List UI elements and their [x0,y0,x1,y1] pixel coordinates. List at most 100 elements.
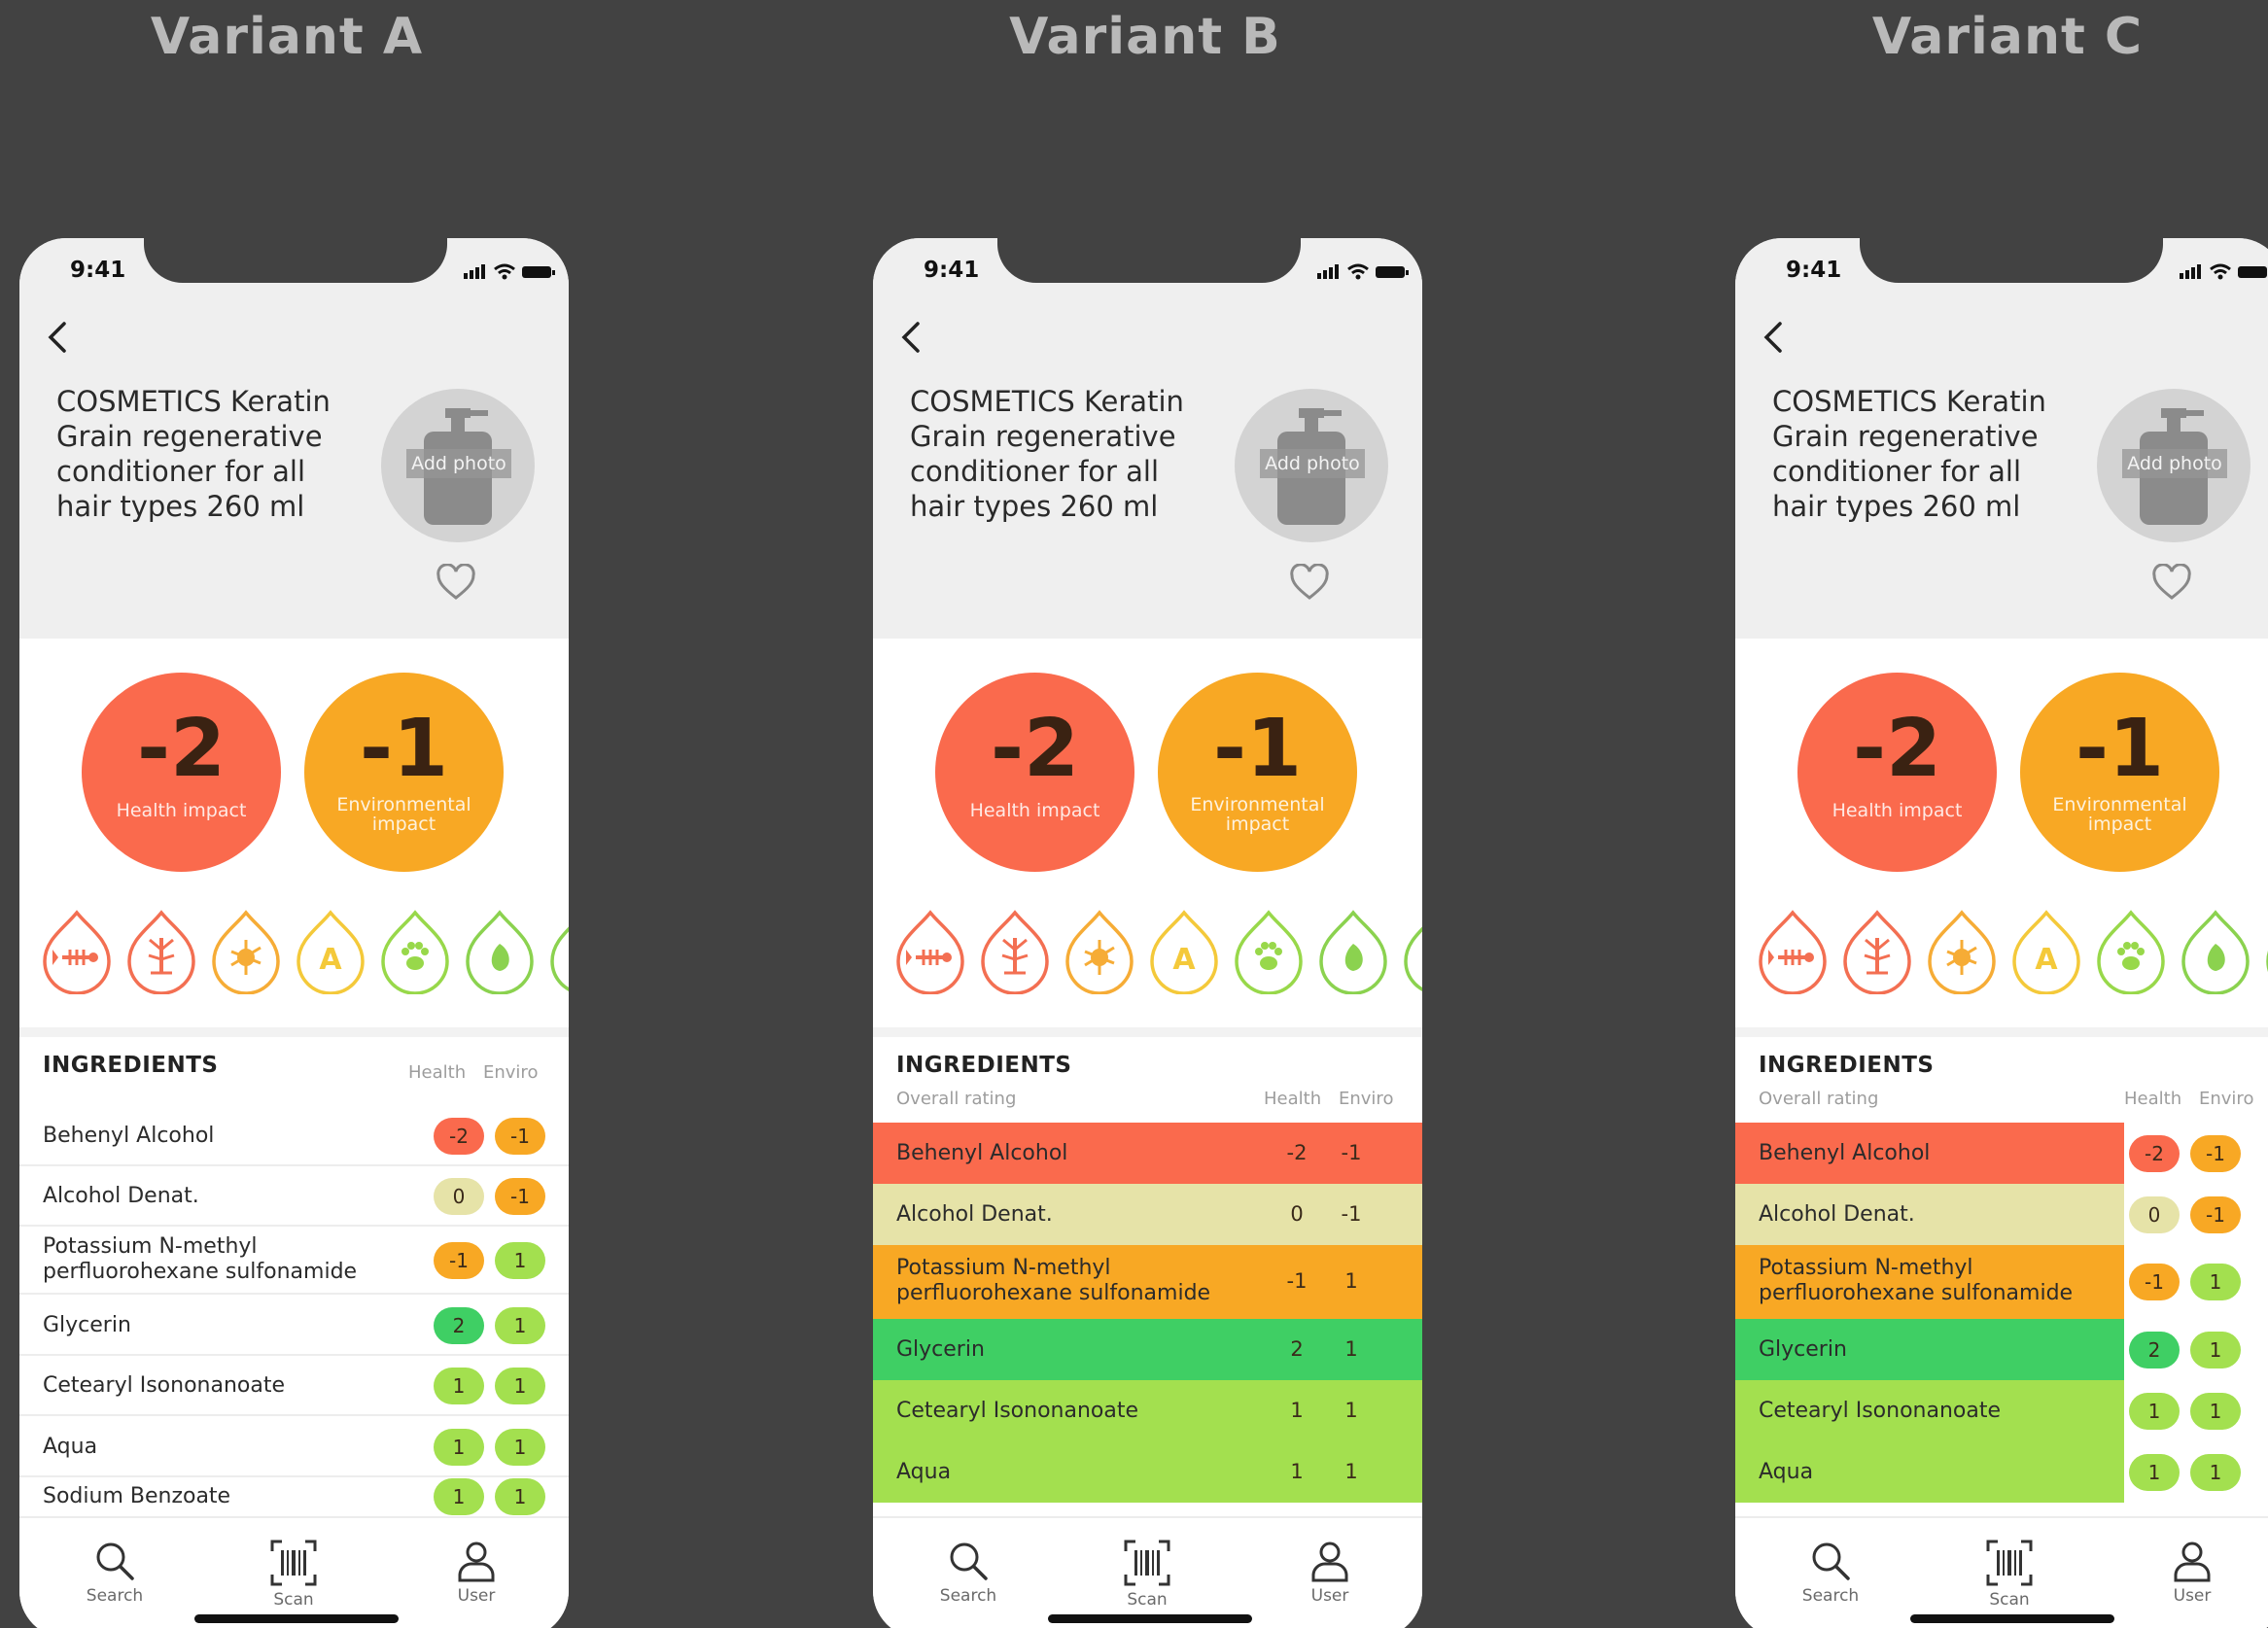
ingredient-row[interactable]: Behenyl Alcohol -2 -1 [19,1105,569,1166]
letter-a-icon[interactable]: A [2010,909,2082,995]
ingredient-row[interactable]: Behenyl Alcohol -2 -1 [873,1123,1422,1184]
health-score-pill: 1 [2129,1453,2180,1491]
ingredient-row[interactable]: Sodium Benzoate 1 1 [19,1477,569,1516]
ingredient-row[interactable]: Aqua 1 1 [1735,1441,2268,1503]
favorite-heart-icon[interactable] [2151,564,2192,601]
enviro-score-pill: 1 [2190,1392,2241,1430]
svg-text:A: A [319,943,342,977]
dead-tree-icon[interactable] [979,909,1051,995]
leaf-icon[interactable] [1317,909,1389,995]
ingredient-row[interactable]: Alcohol Denat. 0 -1 [873,1184,1422,1245]
enviro-value: 1 [1344,1398,1358,1422]
paw-icon[interactable] [379,909,451,995]
tab-scan[interactable]: Scan [1089,1538,1205,1610]
enviro-score-value: -1 [359,703,449,795]
leaf-icon[interactable] [2180,909,2251,995]
enviro-score-label: Environmental impact [2052,794,2187,835]
ingredient-row[interactable]: Cetearyl Isononanoate 1 1 [873,1380,1422,1441]
tab-search[interactable]: Search [910,1538,1027,1606]
add-photo-button[interactable]: Add photo [381,389,535,542]
product-title: COSMETICS Keratin Grain regenerative con… [56,385,331,523]
back-arrow-icon[interactable] [39,318,78,357]
enviro-value: 1 [1344,1459,1358,1483]
ingredient-row[interactable]: Cetearyl Isononanoate 1 1 [1735,1380,2268,1441]
fish-skeleton-icon[interactable] [1757,909,1829,995]
enviro-value: 1 [1344,1336,1358,1361]
tab-user[interactable]: User [1272,1538,1388,1606]
enviro-score-pill: -1 [2190,1134,2241,1172]
more-impact-icon[interactable] [548,909,569,994]
enviro-score-circle: -1 Environmental impact [304,673,504,872]
health-score-value: -2 [990,703,1080,795]
ingredient-row[interactable]: Alcohol Denat. 0 -1 [19,1166,569,1227]
microbe-icon[interactable] [210,909,282,995]
microbe-icon[interactable] [1064,909,1135,995]
tab-search[interactable]: Search [56,1538,173,1606]
variant-title-a: Variant A [150,8,424,66]
dead-tree-icon[interactable] [125,909,197,995]
enviro-score-pill: 1 [495,1428,545,1466]
ingredient-name: Alcohol Denat. [1759,1201,1915,1227]
tab-scan[interactable]: Scan [235,1538,352,1610]
product-title: COSMETICS Keratin Grain regenerative con… [1772,385,2046,523]
status-time: 9:41 [924,258,980,283]
ingredient-row[interactable]: Cetearyl Isononanoate 1 1 [19,1356,569,1416]
ingredient-row[interactable]: Behenyl Alcohol -2 -1 [1735,1123,2268,1184]
ingredient-name: Potassium N-methyl perfluorohexane sulfo… [896,1256,1211,1305]
more-impact-icon[interactable] [1402,909,1422,994]
ingredient-row[interactable]: Glycerin 2 1 [873,1319,1422,1380]
ingredient-row[interactable]: Potassium N-methyl perfluorohexane sulfo… [1735,1245,2268,1319]
enviro-column-header: Enviro [2199,1089,2254,1109]
tab-search-label: Search [939,1586,997,1606]
tab-user-label: User [2173,1586,2212,1606]
enviro-score-pill: 1 [495,1478,545,1515]
health-value: 0 [1290,1201,1304,1226]
ingredient-row[interactable]: Alcohol Denat. 0 -1 [1735,1184,2268,1245]
tab-search[interactable]: Search [1772,1538,1889,1606]
tab-user[interactable]: User [418,1538,535,1606]
status-time: 9:41 [70,258,126,283]
enviro-value: -1 [1341,1201,1362,1226]
svg-text:A: A [1172,943,1196,977]
more-impact-icon[interactable] [2264,909,2268,994]
leaf-icon[interactable] [464,909,536,995]
favorite-heart-icon[interactable] [1289,564,1330,601]
ingredient-name: Sodium Benzoate [43,1484,231,1508]
tab-user[interactable]: User [2134,1538,2251,1606]
ingredient-row[interactable]: Glycerin 2 1 [19,1295,569,1356]
fish-skeleton-icon[interactable] [41,909,113,995]
add-photo-button[interactable]: Add photo [1235,389,1388,542]
enviro-score-circle: -1 Environmental impact [2020,673,2219,872]
microbe-icon[interactable] [1926,909,1998,995]
ingredient-row[interactable]: Potassium N-methyl perfluorohexane sulfo… [19,1227,569,1295]
health-score-pill: 0 [434,1178,484,1215]
fish-skeleton-icon[interactable] [894,909,966,995]
back-arrow-icon[interactable] [892,318,931,357]
ingredient-row[interactable]: Aqua 1 1 [19,1416,569,1477]
favorite-heart-icon[interactable] [436,564,476,601]
enviro-score-pill: 1 [2190,1331,2241,1368]
tab-scan-label: Scan [1127,1590,1168,1610]
status-bar-icons [1317,263,1409,280]
back-arrow-icon[interactable] [1755,318,1794,357]
letter-a-icon[interactable]: A [295,909,366,995]
letter-a-icon[interactable]: A [1148,909,1220,995]
tab-scan[interactable]: Scan [1951,1538,2068,1610]
dead-tree-icon[interactable] [1841,909,1913,995]
paw-icon[interactable] [2095,909,2167,995]
phone-variant-b: 9:41 COSMETICS Keratin Grain regenerativ… [873,238,1422,1628]
ingredient-name: Aqua [896,1459,952,1484]
tab-user-label: User [457,1586,496,1606]
add-photo-label: Add photo [2122,449,2227,478]
bottom-tab-bar: Search Scan User [19,1516,569,1628]
ingredient-row[interactable]: Glycerin 2 1 [1735,1319,2268,1380]
ingredient-name: Cetearyl Isononanoate [43,1373,285,1398]
enviro-score-pill: 1 [495,1242,545,1279]
product-title: COSMETICS Keratin Grain regenerative con… [910,385,1184,523]
barcode-scan-icon [1986,1540,2033,1586]
add-photo-button[interactable]: Add photo [2097,389,2251,542]
paw-icon[interactable] [1233,909,1305,995]
ingredient-row[interactable]: Potassium N-methyl perfluorohexane sulfo… [873,1245,1422,1319]
tab-search-label: Search [86,1586,144,1606]
ingredient-row[interactable]: Aqua 1 1 [873,1441,1422,1503]
